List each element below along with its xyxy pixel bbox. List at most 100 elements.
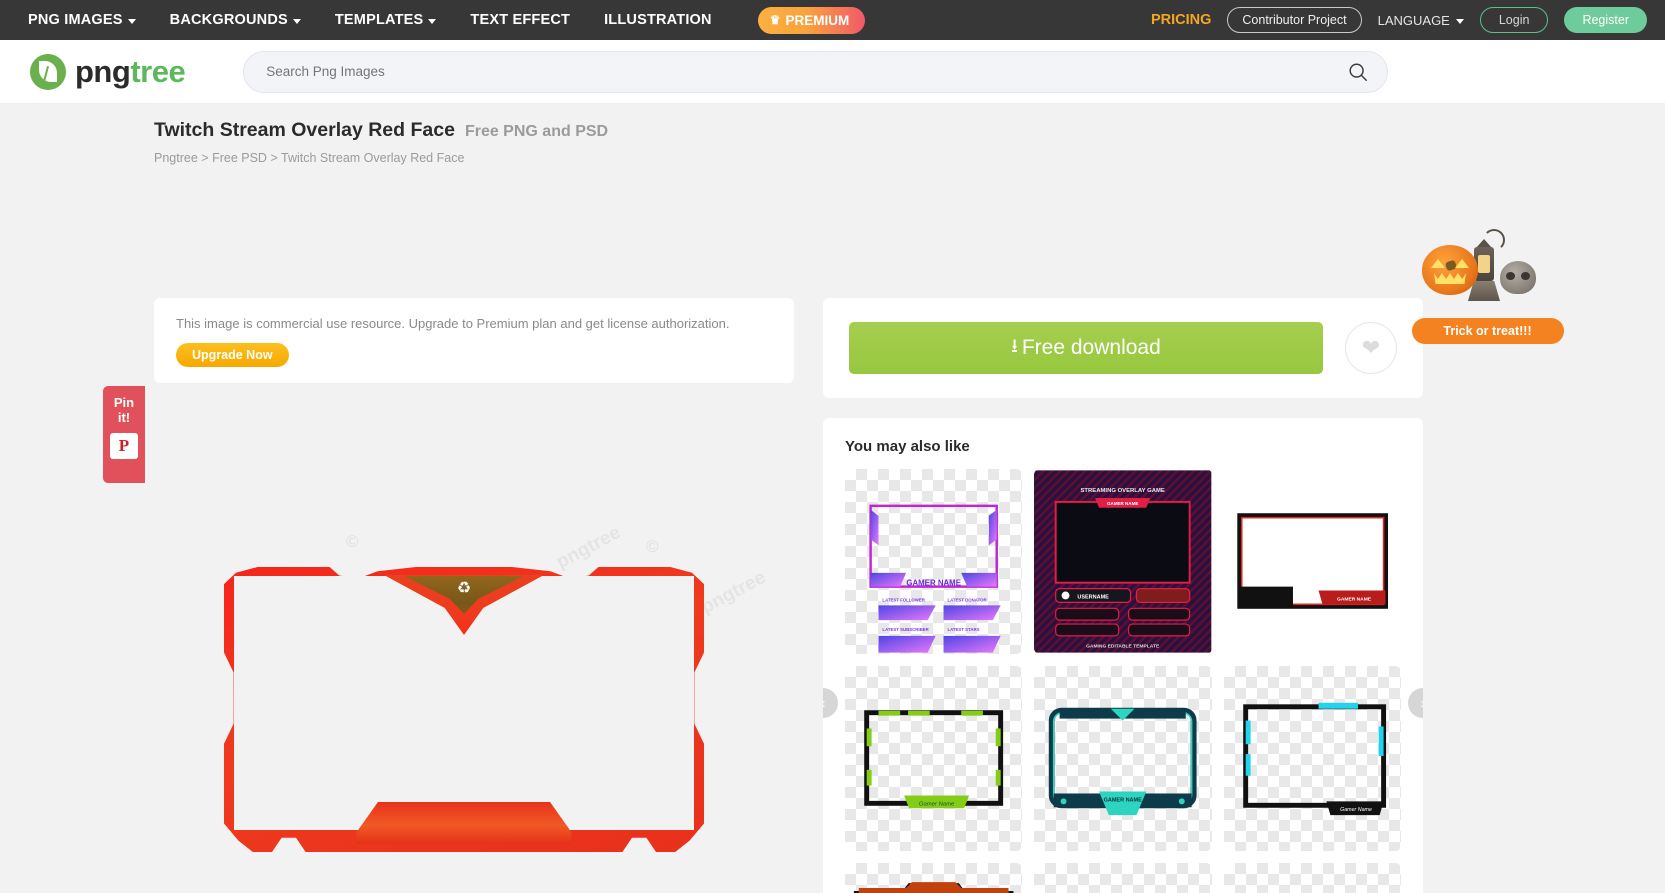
chevron-down-icon bbox=[292, 18, 301, 24]
copyright-watermark-icon: © bbox=[346, 532, 359, 551]
overlay-preview-graphic: GAMER NAME bbox=[1223, 470, 1401, 653]
breadcrumb-item-category[interactable]: Free PSD bbox=[212, 151, 267, 165]
account-nav-links: PRICING Contributor Project LANGUAGE Log… bbox=[1151, 0, 1647, 40]
logo-wordmark: pngtree bbox=[75, 54, 186, 89]
thumb-label: LATEST DONATOR bbox=[947, 597, 987, 602]
thumb-label: Gamer Name bbox=[1340, 807, 1372, 813]
leaf-logo-icon bbox=[30, 53, 66, 90]
pumpkin-mouth bbox=[1434, 273, 1466, 284]
nav-item-backgrounds[interactable]: BACKGROUNDS bbox=[170, 12, 301, 28]
chevron-down-icon bbox=[127, 18, 136, 24]
thumb-label: LATEST FOLLOWER bbox=[882, 597, 925, 602]
chevron-down-icon bbox=[428, 18, 437, 24]
chevron-down-icon bbox=[1455, 18, 1464, 24]
page-body: Twitch Stream Overlay Red Face Free PNG … bbox=[0, 103, 1665, 893]
watermark-text: pngtree bbox=[697, 566, 770, 619]
trick-or-treat-button[interactable]: Trick or treat!!! bbox=[1411, 318, 1564, 344]
breadcrumb-separator: > bbox=[201, 151, 209, 165]
overlay-preview-graphic: SUBSCRIBE ON YOUTUBE GAMER NAME FOLLOW O… bbox=[853, 882, 1014, 893]
crown-icon: ♛ bbox=[769, 13, 781, 27]
overlay-preview-graphic: YOUR NAME SUBSCRIBE DONATE bbox=[1034, 863, 1211, 893]
related-thumbnail[interactable]: GAMER NAME bbox=[1223, 469, 1401, 654]
lantern-glow bbox=[1478, 255, 1490, 273]
search-icon[interactable] bbox=[1347, 61, 1369, 83]
related-thumbnail[interactable]: USAR NAME bbox=[1223, 863, 1401, 893]
pin-label-line1: Pin bbox=[113, 395, 135, 410]
carousel-next-button[interactable]: › bbox=[1408, 688, 1423, 718]
thumb-label: GAMER NAME bbox=[906, 579, 961, 588]
license-notice-card: This image is commercial use resource. U… bbox=[154, 298, 794, 383]
nav-item-illustration[interactable]: ILLUSTRATION bbox=[604, 12, 712, 28]
thumb-label: LATEST SUBSCRIBER bbox=[882, 627, 929, 632]
page-title: Twitch Stream Overlay Red Face bbox=[154, 119, 455, 141]
page-subtitle: Free PNG and PSD bbox=[464, 123, 609, 140]
breadcrumb-item-current: Twitch Stream Overlay Red Face bbox=[281, 151, 465, 165]
skull-icon bbox=[1500, 261, 1536, 294]
right-column: ⭳ Free download ❤ You may also like ‹ › bbox=[823, 298, 1423, 893]
image-preview-card[interactable]: pngtree pngtree pngtree pngtree pngtree … bbox=[154, 387, 794, 893]
related-thumbnail[interactable]: Gamer Name bbox=[1223, 666, 1401, 851]
premium-button[interactable]: ♛ PREMIUM bbox=[757, 6, 866, 34]
skull-eye-right bbox=[1521, 272, 1530, 280]
related-thumbnail[interactable]: Gamer Name bbox=[845, 666, 1023, 851]
thumb-label: GAMER NAME bbox=[1337, 596, 1372, 602]
pumpkin-eye-right bbox=[1455, 259, 1469, 268]
copyright-watermark-icon: © bbox=[646, 537, 659, 556]
page-title-row: Twitch Stream Overlay Red Face Free PNG … bbox=[0, 103, 1665, 142]
lantern-icon bbox=[1468, 229, 1505, 301]
overlay-preview-graphic: USAR NAME bbox=[1224, 863, 1401, 893]
related-thumbnail[interactable]: SUBSCRIBE ON YOUTUBE GAMER NAME FOLLOW O… bbox=[845, 863, 1023, 893]
skull-eye-left bbox=[1506, 272, 1515, 280]
pin-label-line2: it! bbox=[117, 410, 131, 425]
thumb-label: Gamer Name bbox=[919, 801, 955, 807]
related-thumbnail[interactable]: GAMER NAME bbox=[1034, 666, 1212, 851]
license-notice-text: This image is commercial use resource. U… bbox=[176, 316, 730, 331]
pinterest-icon[interactable]: P bbox=[110, 433, 138, 459]
left-column: This image is commercial use resource. U… bbox=[154, 298, 794, 893]
thumb-label: GAMER NAME bbox=[1107, 501, 1138, 506]
breadcrumb-item-home[interactable]: Pngtree bbox=[154, 151, 198, 165]
related-thumbnail[interactable]: GAMER NAME LATEST FOLLOWER LATEST DONATO… bbox=[845, 469, 1023, 654]
search-bar[interactable] bbox=[243, 50, 1389, 93]
overlay-preview-graphic: GAMER NAME bbox=[1049, 707, 1197, 816]
logo-tree-part: tree bbox=[130, 54, 186, 89]
nav-item-png-images[interactable]: PNG IMAGES bbox=[28, 12, 136, 28]
login-button[interactable]: Login bbox=[1479, 7, 1549, 33]
overlay-preview-graphic: GAMER NAME LATEST FOLLOWER LATEST DONATO… bbox=[869, 504, 1001, 653]
nav-item-text-effect[interactable]: TEXT EFFECT bbox=[470, 12, 570, 28]
top-navigation-bar: PNG IMAGES BACKGROUNDS TEMPLATES TEXT EF… bbox=[0, 0, 1665, 40]
overlay-bottom-bar bbox=[356, 802, 572, 844]
favorite-button[interactable]: ❤ bbox=[1345, 322, 1397, 374]
nav-item-templates[interactable]: TEMPLATES bbox=[335, 12, 437, 28]
nav-item-label: TEXT EFFECT bbox=[470, 12, 571, 28]
nav-item-label: BACKGROUNDS bbox=[169, 12, 288, 28]
related-thumbnail[interactable]: STREAMING OVERLAY GAME GAMER NAME USERNA… bbox=[1034, 469, 1212, 654]
carousel-prev-button[interactable]: ‹ bbox=[823, 688, 838, 718]
related-section-title: You may also like bbox=[845, 438, 970, 455]
pngtree-logo[interactable]: pngtree bbox=[30, 53, 186, 90]
overlay-preview-graphic: STREAMING OVERLAY GAME GAMER NAME USERNA… bbox=[1034, 470, 1212, 653]
free-download-button[interactable]: ⭳ Free download bbox=[849, 322, 1323, 374]
upgrade-now-button[interactable]: Upgrade Now bbox=[176, 343, 289, 367]
thumb-label: STREAMING OVERLAY GAME bbox=[1081, 488, 1165, 494]
pinterest-pin-widget[interactable]: Pin it! P bbox=[103, 386, 145, 483]
register-button[interactable]: Register bbox=[1564, 7, 1647, 33]
free-download-label: Free download bbox=[1021, 336, 1161, 359]
breadcrumb: Pngtree > Free PSD > Twitch Stream Overl… bbox=[0, 142, 1665, 165]
pumpkin-eye-left bbox=[1431, 259, 1445, 268]
language-selector[interactable]: LANGUAGE bbox=[1378, 13, 1464, 28]
halloween-promo[interactable]: Trick or treat!!! bbox=[1400, 223, 1575, 344]
twitch-overlay-artwork: ♻ bbox=[224, 567, 704, 852]
site-header: pngtree bbox=[0, 40, 1665, 103]
logo-png-part: png bbox=[75, 54, 131, 89]
thumb-label: GAMING EDITABLE TEMPLATE bbox=[1086, 644, 1160, 650]
recycle-icon: ♻ bbox=[456, 580, 472, 597]
pricing-link[interactable]: PRICING bbox=[1151, 12, 1211, 28]
related-thumbnail[interactable]: YOUR NAME SUBSCRIBE DONATE bbox=[1034, 863, 1212, 893]
download-icon: ⭳ bbox=[1011, 336, 1018, 357]
search-input[interactable] bbox=[266, 64, 1348, 79]
preview-canvas: pngtree pngtree pngtree pngtree pngtree … bbox=[154, 387, 794, 893]
contributor-project-button[interactable]: Contributor Project bbox=[1227, 7, 1362, 33]
premium-label: PREMIUM bbox=[785, 12, 850, 28]
nav-item-label: PNG IMAGES bbox=[28, 12, 123, 28]
